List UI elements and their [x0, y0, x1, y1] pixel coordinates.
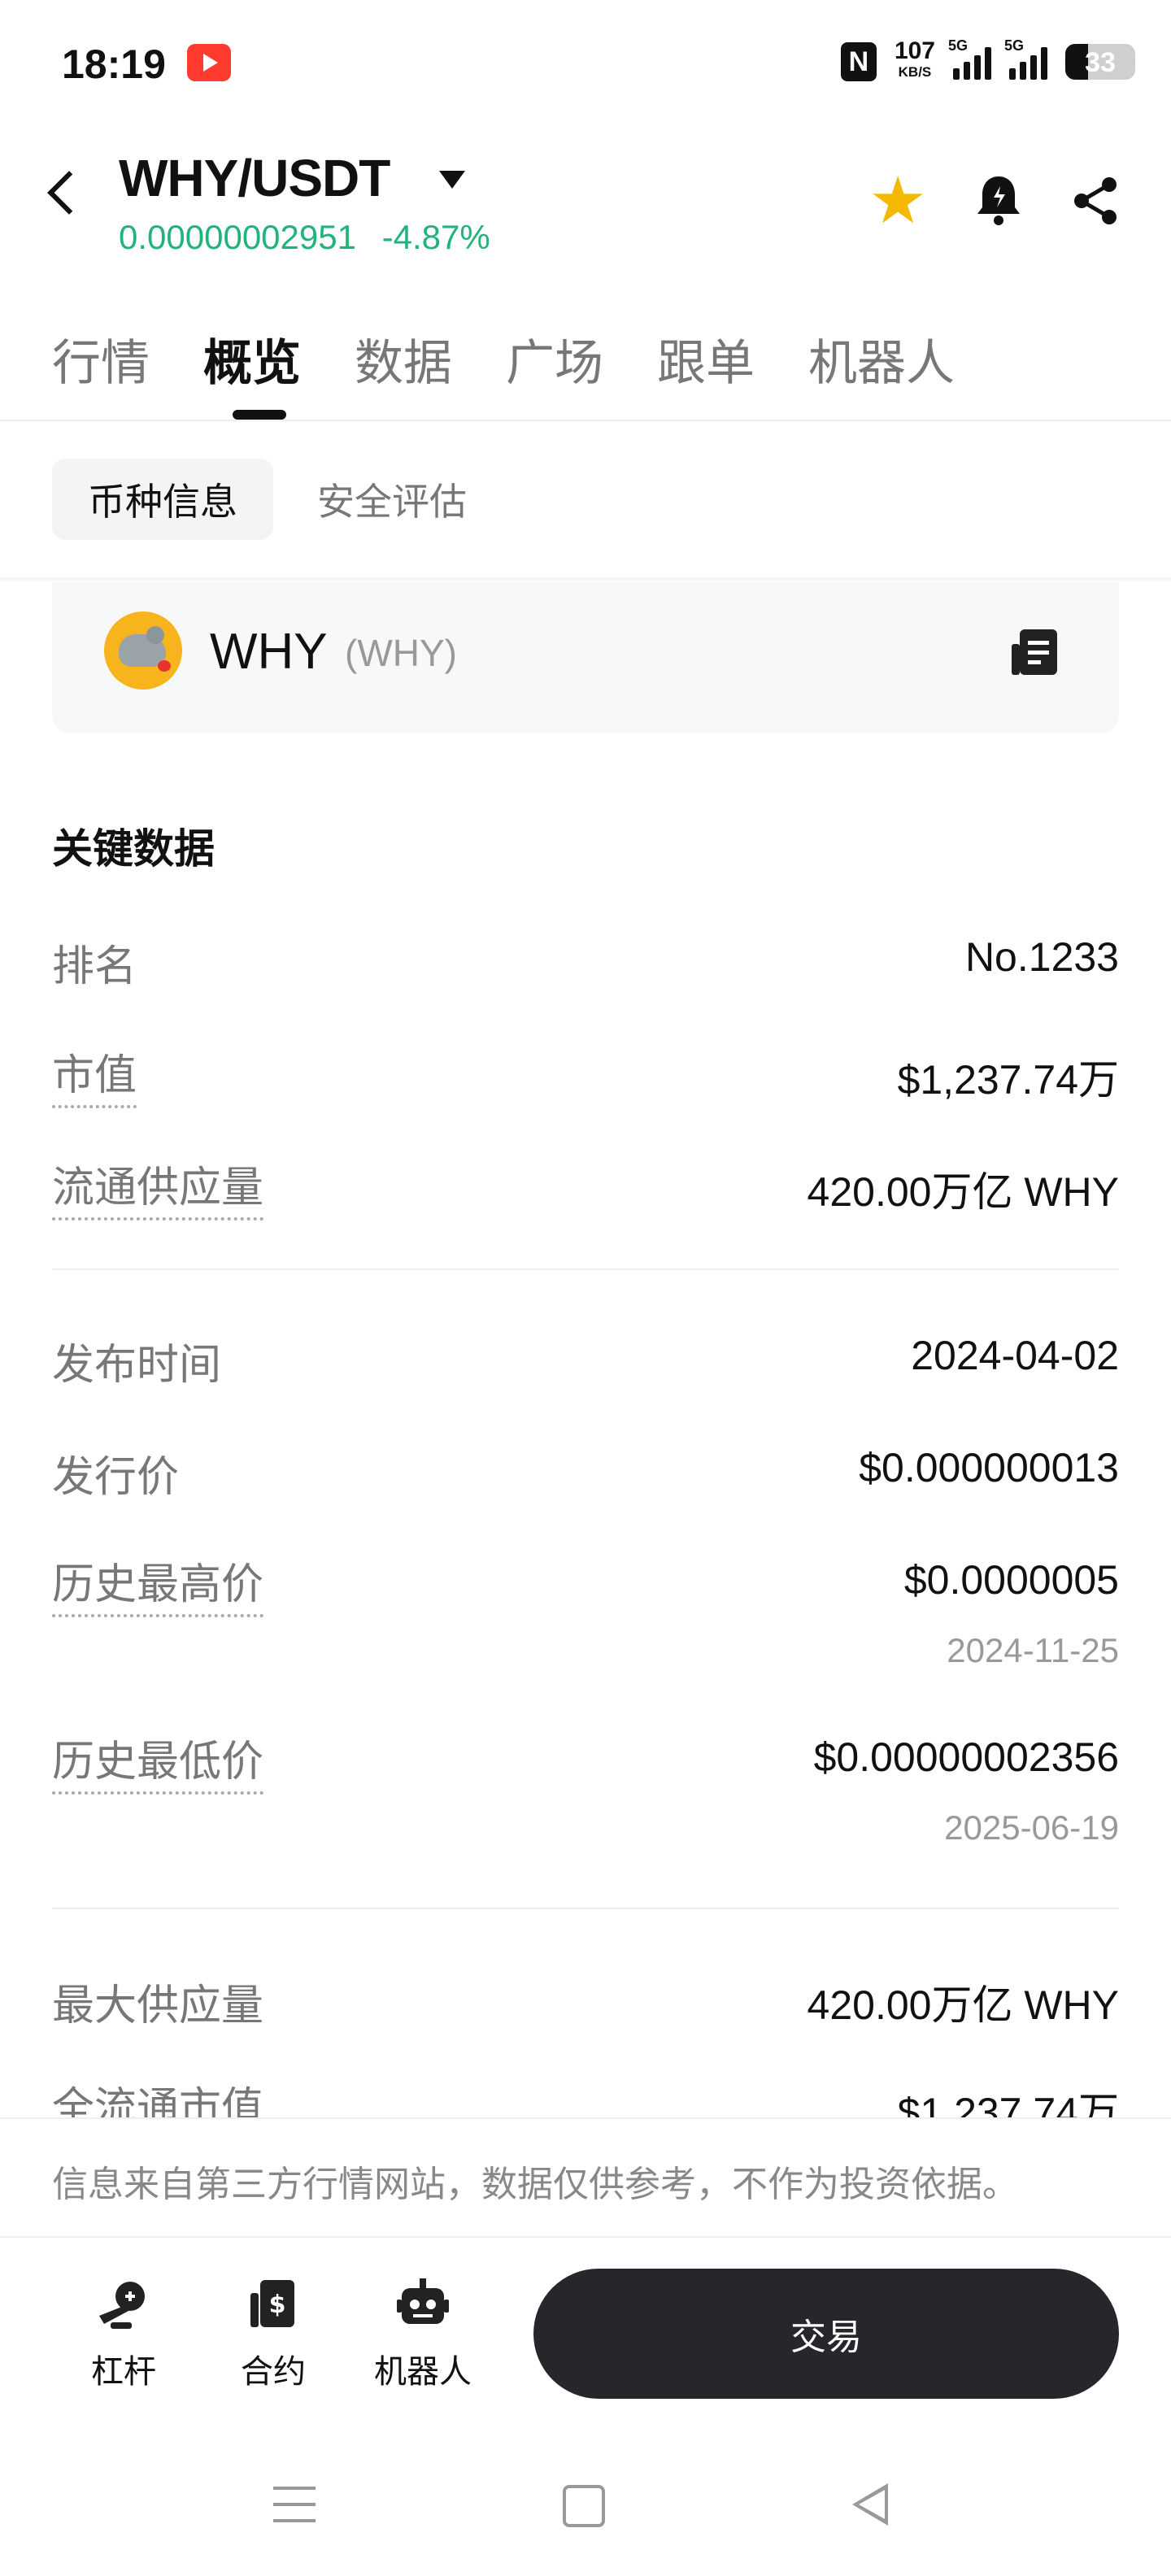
favorite-star-icon[interactable]: ★	[868, 168, 927, 233]
price-change: -4.87%	[381, 218, 490, 256]
price-row: 0.00000002951 -4.87%	[119, 218, 490, 257]
all-time-low-value: $0.00000002356	[813, 1734, 1119, 1780]
tab-market[interactable]: 行情	[52, 324, 150, 394]
issue-price-value: $0.000000013	[859, 1445, 1119, 1490]
tab-square[interactable]: 广场	[506, 324, 603, 394]
active-tab-indicator	[233, 410, 286, 420]
contract-icon: $	[246, 2277, 301, 2332]
system-back-icon[interactable]	[852, 2483, 888, 2526]
circulating-supply-value: 420.00万亿 WHY	[807, 1169, 1119, 1215]
price-alert-bell-icon[interactable]	[974, 173, 1023, 228]
tab-bots[interactable]: 机器人	[808, 324, 955, 394]
leverage-button[interactable]: 杠杆	[75, 2277, 172, 2392]
signal-icon: 5G	[948, 37, 991, 80]
system-home-icon[interactable]	[563, 2485, 605, 2527]
pair-dropdown-icon[interactable]	[439, 171, 465, 189]
tab-data[interactable]: 数据	[355, 324, 452, 394]
coin-logo	[104, 611, 182, 690]
leverage-icon	[96, 2277, 151, 2332]
nfc-icon: N	[840, 42, 877, 81]
launch-date-label: 发布时间	[52, 1342, 222, 1389]
tab-copy-trading[interactable]: 跟单	[657, 324, 755, 394]
signal-label: 5G	[948, 37, 969, 54]
tab-overview[interactable]: 概览	[203, 324, 301, 394]
contract-label: 合约	[241, 2354, 306, 2390]
all-time-high-label[interactable]: 历史最高价	[52, 1550, 264, 1617]
disclaimer-text: 信息来自第三方行情网站，数据仅供参考，不作为投资依据。	[52, 2165, 1018, 2204]
document-icon[interactable]	[1008, 626, 1060, 678]
market-cap-label[interactable]: 市值	[52, 1041, 137, 1108]
circulating-supply-label[interactable]: 流通供应量	[52, 1153, 264, 1221]
launch-date-value: 2024-04-02	[911, 1333, 1119, 1378]
rank-value: No.1233	[964, 934, 1119, 980]
market-cap-value: $1,237.74万	[897, 1057, 1119, 1103]
network-speed-value: 107	[894, 37, 935, 64]
header-actions: ★	[868, 168, 1122, 233]
max-supply-value: 420.00万亿 WHY	[807, 1982, 1119, 2028]
status-time: 18:19	[62, 41, 166, 87]
subtab-coin-info[interactable]: 币种信息	[52, 459, 273, 540]
signal-icon: 5G	[1004, 37, 1047, 80]
all-time-high-date: 2024-11-25	[947, 1631, 1119, 1669]
coin-name: WHY	[210, 624, 328, 680]
share-icon[interactable]	[1070, 175, 1122, 227]
all-time-low-date: 2025-06-19	[944, 1808, 1119, 1847]
all-time-low-label[interactable]: 历史最低价	[52, 1727, 264, 1795]
back-arrow-icon[interactable]	[47, 171, 91, 215]
disclaimer-bar: 信息来自第三方行情网站，数据仅供参考，不作为投资依据。	[0, 2117, 1171, 2238]
status-indicators: N 107 KB/S 5G 5G 33	[840, 37, 1135, 86]
leverage-label: 杠杆	[91, 2354, 156, 2390]
bot-label: 机器人	[374, 2354, 472, 2390]
main-tabs: 行情 概览 数据 广场 跟单 机器人	[52, 324, 955, 394]
network-speed-unit: KB/S	[898, 64, 932, 80]
network-speed: 107 KB/S	[895, 39, 935, 83]
coin-ticker: (WHY)	[345, 632, 457, 674]
section-divider	[52, 1268, 1119, 1270]
last-price: 0.00000002951	[119, 218, 356, 256]
system-menu-icon[interactable]	[273, 2487, 316, 2522]
rank-label: 排名	[52, 943, 137, 990]
section-divider	[52, 1908, 1119, 1909]
all-time-high-value: $0.0000005	[903, 1557, 1119, 1603]
contract-button[interactable]: $ 合约	[224, 2277, 322, 2392]
trade-button[interactable]: 交易	[533, 2269, 1119, 2399]
max-supply-label: 最大供应量	[52, 1982, 264, 2030]
trading-pair-title[interactable]: WHY/USDT	[119, 148, 390, 208]
youtube-notification-icon	[187, 44, 231, 81]
battery-text: 33	[1085, 47, 1116, 78]
bot-button[interactable]: 机器人	[374, 2277, 472, 2392]
signal-label: 5G	[1004, 37, 1025, 54]
subtab-security-assessment[interactable]: 安全评估	[317, 459, 467, 540]
svg-text:$: $	[269, 2291, 286, 2319]
tabs-divider	[0, 420, 1171, 421]
key-data-title: 关键数据	[52, 826, 215, 872]
issue-price-label: 发行价	[52, 1454, 180, 1501]
robot-icon	[395, 2277, 451, 2332]
battery-icon: 33	[1065, 44, 1135, 80]
